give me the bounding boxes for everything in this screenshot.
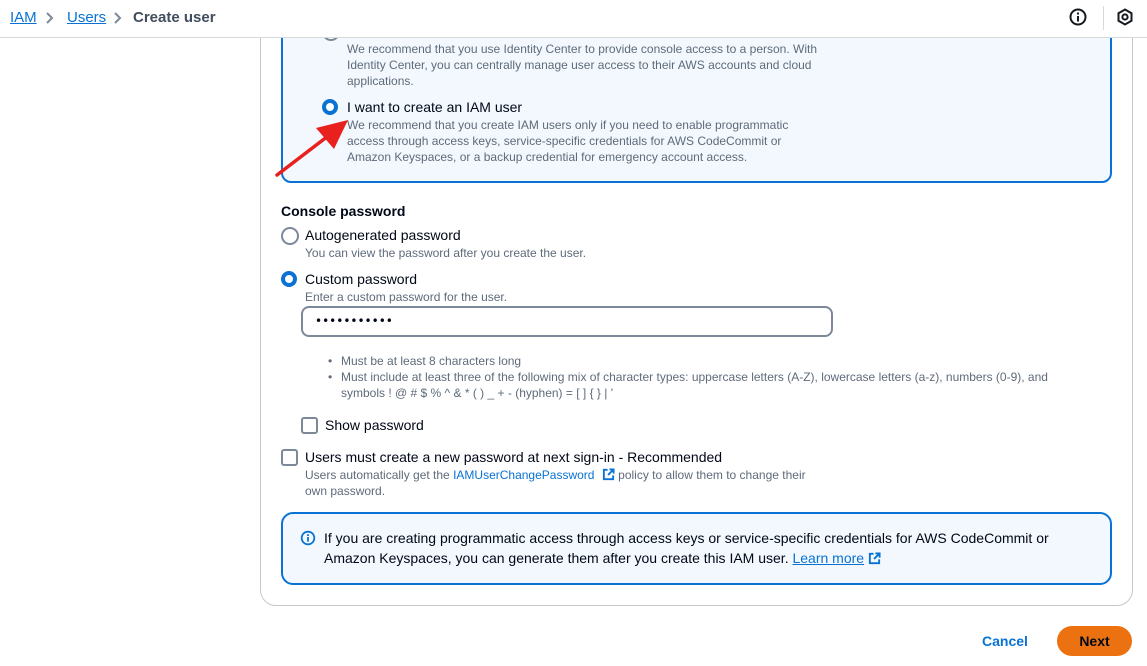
info-icon: [300, 530, 316, 546]
iam-user-description: We recommend that you create IAM users o…: [347, 118, 789, 164]
show-password-label[interactable]: Show password: [325, 417, 424, 433]
breadcrumb-users[interactable]: Users: [67, 9, 106, 26]
learn-more-link[interactable]: Learn more: [792, 550, 864, 566]
password-requirements: Must be at least 8 characters long Must …: [328, 353, 1088, 401]
autogenerated-password-radio[interactable]: [281, 227, 299, 245]
divider: [1103, 6, 1104, 30]
external-link-icon[interactable]: [602, 468, 615, 481]
info-alert-text: If you are creating programmatic access …: [324, 528, 1094, 568]
cancel-button[interactable]: Cancel: [972, 626, 1038, 656]
next-button[interactable]: Next: [1057, 626, 1132, 656]
identity-center-description: We recommend that you use Identity Cente…: [347, 42, 818, 88]
autogenerated-password-description: You can view the password after you crea…: [305, 246, 587, 260]
breadcrumb-iam[interactable]: IAM: [10, 9, 37, 26]
chevron-right-icon: [114, 12, 122, 24]
reset-password-checkbox[interactable]: [281, 449, 298, 466]
reset-password-label[interactable]: Users must create a new password at next…: [305, 449, 722, 465]
iam-user-change-password-link[interactable]: IAMUserChangePassword: [453, 468, 594, 482]
show-password-checkbox[interactable]: [301, 417, 318, 434]
password-rule: Must include at least three of the follo…: [328, 369, 1088, 401]
breadcrumb-current: Create user: [133, 9, 216, 26]
top-bar: IAM Users Create user: [0, 0, 1147, 38]
custom-password-description: Enter a custom password for the user.: [305, 290, 508, 304]
custom-password-input[interactable]: •••••••••••: [301, 306, 833, 337]
chevron-right-icon: [46, 12, 54, 24]
autogenerated-password-label[interactable]: Autogenerated password: [305, 227, 461, 243]
info-alert: If you are creating programmatic access …: [281, 512, 1112, 585]
settings-icon[interactable]: [1115, 7, 1135, 27]
info-icon[interactable]: [1068, 7, 1088, 27]
reset-password-description: Users automatically get the IAMUserChang…: [305, 467, 825, 499]
iam-user-radio[interactable]: [322, 99, 338, 115]
info-message: If you are creating programmatic access …: [324, 530, 1049, 566]
external-link-icon[interactable]: [868, 552, 881, 565]
reset-desc-before: Users automatically get the: [305, 468, 450, 482]
password-rule: Must be at least 8 characters long: [328, 353, 1088, 369]
console-password-title: Console password: [281, 203, 406, 219]
iam-user-label[interactable]: I want to create an IAM user: [347, 99, 522, 115]
custom-password-radio[interactable]: [281, 271, 297, 287]
custom-password-label[interactable]: Custom password: [305, 271, 417, 287]
